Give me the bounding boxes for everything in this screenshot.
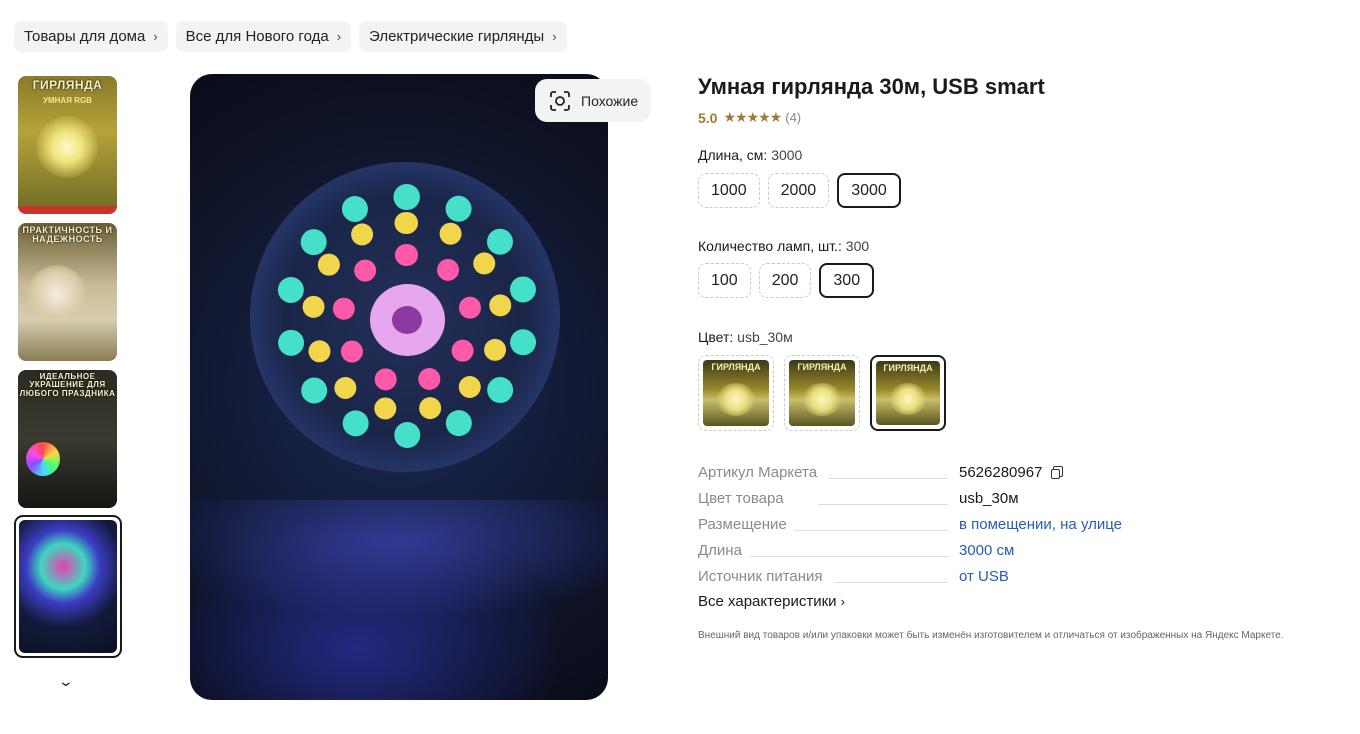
product-rating[interactable]: 5.0 ★★★★★ (4) xyxy=(698,109,801,126)
breadcrumb-label: Товары для дома xyxy=(24,28,146,45)
spec-value-link[interactable]: от USB xyxy=(959,568,1009,585)
lamps-option-100[interactable]: 100 xyxy=(698,263,751,298)
chevron-right-icon: › xyxy=(840,594,845,609)
breadcrumb-item-new-year[interactable]: Все для Нового года › xyxy=(175,21,352,52)
spec-value: 5626280967 xyxy=(959,464,1064,481)
length-option-3000[interactable]: 3000 xyxy=(837,173,901,208)
reel-hub xyxy=(370,284,445,356)
all-specs-link[interactable]: Все характеристики › xyxy=(698,593,845,610)
length-label: Длина, см: 3000 xyxy=(698,147,802,163)
chevron-right-icon: › xyxy=(336,29,342,44)
floor-glow xyxy=(190,500,608,700)
chevron-right-icon: › xyxy=(552,29,557,44)
similar-label: Похожие xyxy=(581,92,639,109)
chevron-down-icon[interactable]: ⌄ xyxy=(58,673,74,690)
lamps-label-text: Количество ламп, шт.: xyxy=(698,238,842,254)
scan-icon xyxy=(549,90,571,112)
color-label: Цвет: usb_30м xyxy=(698,329,793,345)
spec-leader xyxy=(750,556,948,557)
breadcrumb-label: Электрические гирлянды xyxy=(369,28,545,45)
rating-score: 5.0 xyxy=(698,109,718,126)
spec-row-length: Длина 3000 см xyxy=(698,542,1128,562)
thumbnail-image xyxy=(19,520,117,653)
spec-row-article: Артикул Маркета 5626280967 xyxy=(698,464,1128,484)
product-title: Умная гирлянда 30м, USB smart xyxy=(698,74,1045,99)
length-option-1000[interactable]: 1000 xyxy=(698,173,760,208)
color-options: ГИРЛЯНДА ГИРЛЯНДА ГИРЛЯНДА xyxy=(698,355,946,431)
spec-key: Цвет товара xyxy=(698,490,790,507)
color-swatch-image: ГИРЛЯНДА xyxy=(876,361,940,425)
lamps-label: Количество ламп, шт.: 300 xyxy=(698,238,869,254)
color-option-3-selected[interactable]: ГИРЛЯНДА xyxy=(870,355,946,431)
copy-icon[interactable] xyxy=(1051,466,1064,479)
thumbnail-stripe xyxy=(18,206,117,214)
color-swatch-image: ГИРЛЯНДА xyxy=(703,360,769,426)
breadcrumb-item-garlands[interactable]: Электрические гирлянды › xyxy=(359,21,567,52)
color-selected-value: usb_30м xyxy=(737,329,793,345)
star-icons: ★★★★★ xyxy=(723,109,782,125)
spec-value-link[interactable]: в помещении, на улице xyxy=(959,516,1122,533)
garland-glow xyxy=(28,265,86,323)
lamps-option-300[interactable]: 300 xyxy=(819,263,875,298)
similar-button[interactable]: Похожие xyxy=(535,79,651,122)
color-option-2[interactable]: ГИРЛЯНДА xyxy=(784,355,860,431)
main-product-image[interactable] xyxy=(190,74,608,700)
lamps-selected-value: 300 xyxy=(845,238,870,254)
lamps-options: 100 200 300 xyxy=(698,263,875,298)
length-options: 1000 2000 3000 xyxy=(698,173,901,208)
article-number: 5626280967 xyxy=(959,464,1043,481)
garland-glow xyxy=(36,116,98,178)
spec-key: Длина xyxy=(698,542,748,559)
thumbnail-1[interactable]: ГИРЛЯНДА УМНАЯ RGB xyxy=(18,76,117,214)
review-count: (4) xyxy=(785,110,802,125)
color-option-1[interactable]: ГИРЛЯНДА xyxy=(698,355,774,431)
length-selected-value: 3000 xyxy=(771,147,803,163)
color-swatch-image: ГИРЛЯНДА xyxy=(789,360,855,426)
all-specs-label: Все характеристики xyxy=(698,593,837,610)
spec-key: Размещение xyxy=(698,516,793,533)
color-wheel-icon xyxy=(26,442,60,476)
thumbnail-subtitle: УМНАЯ RGB xyxy=(43,96,92,105)
thumbnail-image: ГИРЛЯНДА УМНАЯ RGB xyxy=(18,76,117,214)
spec-row-color: Цвет товара usb_30м xyxy=(698,490,1128,510)
chevron-right-icon: › xyxy=(153,29,158,44)
thumbnail-image: ИДЕАЛЬНОЕ УКРАШЕНИЕ ДЛЯ ЛЮБОГО ПРАЗДНИКА xyxy=(18,370,117,508)
spec-leader xyxy=(818,504,948,505)
thumbnail-title: ГИРЛЯНДА xyxy=(32,78,103,92)
length-option-2000[interactable]: 2000 xyxy=(767,173,830,208)
spec-value-link[interactable]: 3000 см xyxy=(959,542,1014,559)
breadcrumb-label: Все для Нового года xyxy=(185,28,329,45)
garland-glow xyxy=(716,383,756,417)
spec-key: Источник питания xyxy=(698,568,829,585)
spec-row-placement: Размещение в помещении, на улице xyxy=(698,516,1128,536)
swatch-title: ГИРЛЯНДА xyxy=(797,362,847,372)
spec-value: usb_30м xyxy=(959,490,1019,507)
swatch-title: ГИРЛЯНДА xyxy=(883,363,933,373)
spec-leader xyxy=(834,582,948,583)
color-label-text: Цвет: xyxy=(698,329,734,345)
length-label-text: Длина, см: xyxy=(698,147,768,163)
thumbnail-3[interactable]: ИДЕАЛЬНОЕ УКРАШЕНИЕ ДЛЯ ЛЮБОГО ПРАЗДНИКА xyxy=(18,370,117,508)
spec-key: Артикул Маркета xyxy=(698,464,824,481)
breadcrumb-item-home-goods[interactable]: Товары для дома › xyxy=(14,21,168,52)
lamps-option-200[interactable]: 200 xyxy=(758,263,812,298)
thumbnail-image: ПРАКТИЧНОСТЬ И НАДЕЖНОСТЬ xyxy=(18,223,117,361)
thumbnail-title: ПРАКТИЧНОСТЬ И НАДЕЖНОСТЬ xyxy=(22,225,113,245)
spec-leader xyxy=(828,478,948,479)
spec-leader xyxy=(794,530,948,531)
image-disclaimer: Внешний вид товаров и/или упаковки может… xyxy=(698,630,1284,641)
thumbnail-title: ИДЕАЛЬНОЕ УКРАШЕНИЕ ДЛЯ ЛЮБОГО ПРАЗДНИКА xyxy=(19,372,116,398)
garland-glow xyxy=(802,383,842,417)
spec-row-power: Источник питания от USB xyxy=(698,568,1128,588)
garland-glow xyxy=(888,383,928,416)
thumbnail-2[interactable]: ПРАКТИЧНОСТЬ И НАДЕЖНОСТЬ xyxy=(18,223,117,361)
swatch-title: ГИРЛЯНДА xyxy=(711,362,761,372)
breadcrumb: Товары для дома › Все для Нового года › … xyxy=(14,21,567,52)
thumbnail-4-selected[interactable] xyxy=(14,515,122,658)
